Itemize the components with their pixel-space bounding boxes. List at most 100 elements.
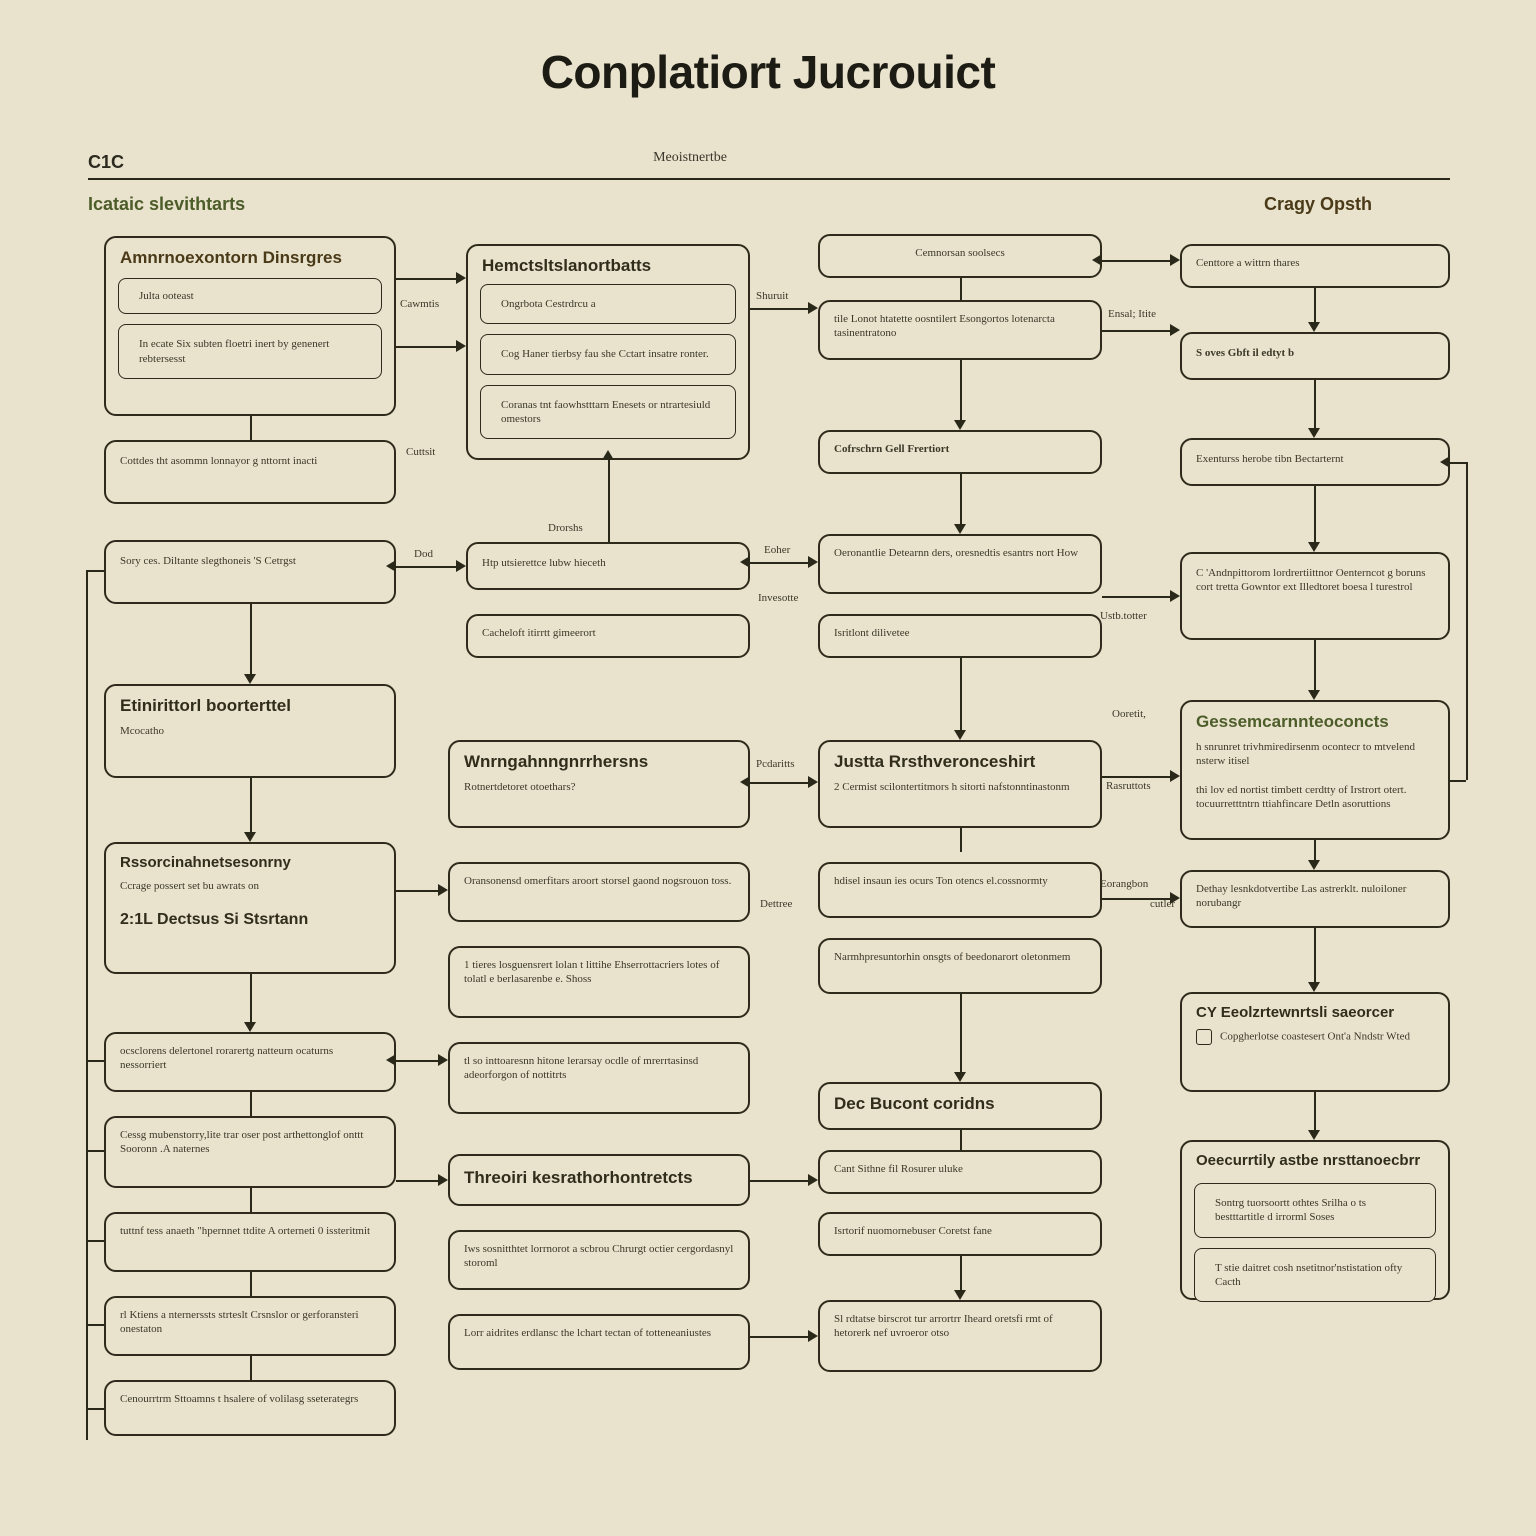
edge-label: Shuruit [756,290,788,302]
col1-box1-sub: Julta ooteast [118,278,382,314]
col4-box4-title: Gessemcarnnteoconcts [1182,702,1448,736]
edge [86,1324,104,1326]
edge [86,1240,104,1242]
arrow-right-icon [808,556,818,568]
col4-box4: Gessemcarnnteoconcts h snrunret trivhmir… [1180,700,1450,840]
edge-label: Ooretit, [1112,708,1146,720]
edge [1314,288,1316,322]
arrow-right-icon [456,272,466,284]
arrow-left-icon [740,556,750,568]
col1-stack-1: Cessg mubenstorry,lite trar oser post ar… [104,1116,396,1188]
edge [396,890,438,892]
edge [1102,596,1170,598]
col1-stack-2: tuttnf tess anaeth "hpernnet ttdite A or… [104,1212,396,1272]
edge [250,416,252,440]
edge [1314,640,1316,690]
edge-label: Pcdaritts [756,758,795,770]
edge-label: Eoher [764,544,790,556]
col4-box6: CY Eeolzrtewnrtsli saeorcer Copgherlotse… [1180,992,1450,1092]
col4-box5: Dethay lesnkdotvertibe Las astrerklt. nu… [1180,870,1450,928]
col2-box1-title: Hemctsltslanortbatts [468,246,748,280]
edge [960,828,962,852]
arrow-right-icon [1170,770,1180,782]
edge-label: Ensal; Itite [1108,308,1156,320]
rule-top [88,178,1450,180]
col1-box1-title: Amnrnoexontorn Dinsrgres [106,238,394,272]
edge [86,570,88,1440]
col1-box4-title: Etinirittorl boorterttel [106,686,394,720]
arrow-down-icon [1308,982,1320,992]
arrow-down-icon [1308,690,1320,700]
edge [1450,780,1466,782]
edge-label: Dod [414,548,433,560]
col4-box7-title: Oeecurrtily astbe nrsttanoecbrr [1182,1142,1448,1173]
col4-box3: C 'Andnpittorom lordrertiittnor Oenternc… [1180,552,1450,640]
edge [1314,840,1316,860]
edge-label: Invesotte [758,592,798,604]
arrow-right-icon [456,560,466,572]
col4-box1: S oves Gbft il edtyt b [1180,332,1450,380]
edge [1314,928,1316,982]
arrow-down-icon [1308,1130,1320,1140]
col3-box2: Cofrschrn Gell Frertiort [818,430,1102,474]
edge [396,1060,438,1062]
col1-box4: Etinirittorl boorterttel Mcocatho [104,684,396,778]
edge [1450,462,1466,464]
arrow-left-icon [386,560,396,572]
arrow-left-icon [1440,456,1450,468]
col4-box6-title: CY Eeolzrtewnrtsli saeorcer [1182,994,1448,1025]
edge [960,474,962,524]
col1-box1: Amnrnoexontorn Dinsrgres Julta ooteast I… [104,236,396,416]
edge [86,570,104,572]
edge [960,994,962,1072]
col2-stack-1: 1 tieres losguensrert lolan t littihe Eh… [448,946,750,1018]
checkbox-icon [1196,1029,1212,1045]
arrow-left-icon [740,776,750,788]
edge [750,308,808,310]
arrow-right-icon [808,1330,818,1342]
edge [250,974,252,1022]
edge [396,278,456,280]
col1-box5-title2: 2:1L Dectsus Si Stsrtann [106,903,394,933]
edge-label: Dettree [760,898,792,910]
arrow-down-icon [954,1072,966,1082]
arrow-right-icon [456,340,466,352]
arrow-right-icon [808,302,818,314]
col1-box5-title: Rssorcinahnetsesonrny [106,844,394,875]
arrow-left-icon [386,1054,396,1066]
edge [250,1272,252,1296]
arrow-right-icon [808,1174,818,1186]
edge [960,360,962,420]
col4-box7: Oeecurrtily astbe nrsttanoecbrr Sontrg t… [1180,1140,1450,1300]
col2-stack-4: Iws sosnitthtet lorrnorot a scbrou Chrur… [448,1230,750,1290]
edge [960,1256,962,1290]
arrow-down-icon [954,420,966,430]
col1-stack-0: ocsclorens delertonel rorarertg natteurn… [104,1032,396,1092]
edge [250,1092,252,1116]
col4-box2: Exenturss herobe tibn Bectarternt [1180,438,1450,486]
col2-stack-2: tl so inttoaresnn hitone lerarsay ocdle … [448,1042,750,1114]
col1-box2: Cottdes tht asommn lonnayor g nttornt in… [104,440,396,504]
col2-stack-title: Threoiri kesrathorhontretcts [448,1154,750,1206]
edge [608,460,610,542]
arrow-down-icon [1308,322,1320,332]
edge [396,346,456,348]
edge [750,782,808,784]
label-cic: C1C [88,152,124,173]
arrow-down-icon [1308,542,1320,552]
edge [396,1180,438,1182]
edge [250,604,252,674]
col3-box10: Isrtorif nuomornebuser Coretst fane [818,1212,1102,1256]
arrow-down-icon [954,1290,966,1300]
arrow-down-icon [1308,428,1320,438]
arrow-right-icon [1170,254,1180,266]
edge [750,1336,808,1338]
edge [1314,380,1316,428]
arrow-right-icon [438,1054,448,1066]
col3-box11: Sl rdtatse birscrot tur arrortrr Iheard … [818,1300,1102,1372]
arrow-right-icon [808,776,818,788]
label-mid: Meoistnertbe [560,150,820,166]
edge [250,778,252,832]
edge [750,562,808,564]
section-left: Icataic slevithtarts [88,194,245,215]
